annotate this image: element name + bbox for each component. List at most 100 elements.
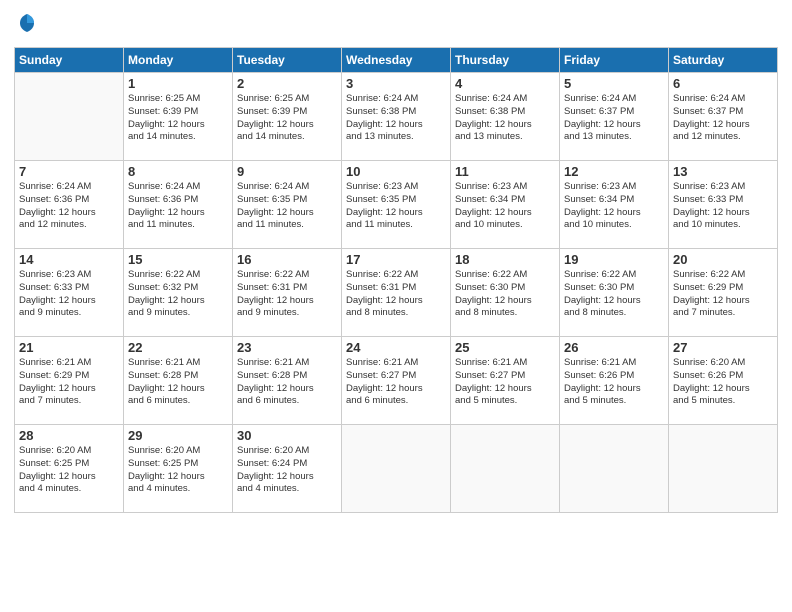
day-number: 1 bbox=[128, 76, 228, 91]
day-number: 29 bbox=[128, 428, 228, 443]
calendar-cell: 17 Sunrise: 6:22 AM Sunset: 6:31 PM Dayli… bbox=[342, 249, 451, 337]
calendar-cell: 20 Sunrise: 6:22 AM Sunset: 6:29 PM Dayli… bbox=[669, 249, 778, 337]
day-info: Sunrise: 6:20 AM Sunset: 6:24 PM Dayligh… bbox=[237, 445, 337, 496]
day-info: Sunrise: 6:23 AM Sunset: 6:35 PM Dayligh… bbox=[346, 181, 446, 232]
weekday-header-friday: Friday bbox=[560, 48, 669, 73]
calendar-cell: 25Sunrise: 6:21 AM Sunset: 6:27 PM Dayli… bbox=[451, 337, 560, 425]
day-info: Sunrise: 6:22 AM Sunset: 6:29 PM Dayligh… bbox=[673, 269, 773, 320]
day-number: 8 bbox=[128, 164, 228, 179]
day-number: 3 bbox=[346, 76, 446, 91]
logo bbox=[14, 14, 38, 39]
day-number: 15 bbox=[128, 252, 228, 267]
calendar-cell: 12 Sunrise: 6:23 AM Sunset: 6:34 PM Dayli… bbox=[560, 161, 669, 249]
day-info: Sunrise: 6:22 AM Sunset: 6:32 PM Dayligh… bbox=[128, 269, 228, 320]
day-number: 2 bbox=[237, 76, 337, 91]
week-row-4: 21 Sunrise: 6:21 AM Sunset: 6:29 PM Dayli… bbox=[15, 337, 778, 425]
day-number: 22 bbox=[128, 340, 228, 355]
day-info: Sunrise: 6:20 AM Sunset: 6:26 PM Dayligh… bbox=[673, 357, 773, 408]
header bbox=[14, 10, 778, 39]
day-number: 17 bbox=[346, 252, 446, 267]
day-number: 10 bbox=[346, 164, 446, 179]
calendar: SundayMondayTuesdayWednesdayThursdayFrid… bbox=[14, 47, 778, 513]
day-info: Sunrise: 6:22 AM Sunset: 6:31 PM Dayligh… bbox=[237, 269, 337, 320]
day-info: Sunrise: 6:21 AM Sunset: 6:27 PM Dayligh… bbox=[346, 357, 446, 408]
calendar-cell: 26Sunrise: 6:21 AM Sunset: 6:26 PM Dayli… bbox=[560, 337, 669, 425]
day-info: Sunrise: 6:21 AM Sunset: 6:28 PM Dayligh… bbox=[128, 357, 228, 408]
calendar-cell: 1 Sunrise: 6:25 AM Sunset: 6:39 PM Daylig… bbox=[124, 73, 233, 161]
calendar-cell: 28 Sunrise: 6:20 AM Sunset: 6:25 PM Dayli… bbox=[15, 425, 124, 513]
day-number: 12 bbox=[564, 164, 664, 179]
calendar-cell: 21 Sunrise: 6:21 AM Sunset: 6:29 PM Dayli… bbox=[15, 337, 124, 425]
calendar-cell: 23 Sunrise: 6:21 AM Sunset: 6:28 PM Dayli… bbox=[233, 337, 342, 425]
day-info: Sunrise: 6:24 AM Sunset: 6:38 PM Dayligh… bbox=[346, 93, 446, 144]
day-number: 9 bbox=[237, 164, 337, 179]
page-container: SundayMondayTuesdayWednesdayThursdayFrid… bbox=[0, 0, 792, 612]
day-number: 21 bbox=[19, 340, 119, 355]
day-info: Sunrise: 6:25 AM Sunset: 6:39 PM Dayligh… bbox=[237, 93, 337, 144]
calendar-cell: 2 Sunrise: 6:25 AM Sunset: 6:39 PM Daylig… bbox=[233, 73, 342, 161]
calendar-cell: 16 Sunrise: 6:22 AM Sunset: 6:31 PM Dayli… bbox=[233, 249, 342, 337]
calendar-cell: 15 Sunrise: 6:22 AM Sunset: 6:32 PM Dayli… bbox=[124, 249, 233, 337]
weekday-header-monday: Monday bbox=[124, 48, 233, 73]
day-info: Sunrise: 6:23 AM Sunset: 6:34 PM Dayligh… bbox=[564, 181, 664, 232]
day-number: 30 bbox=[237, 428, 337, 443]
day-number: 23 bbox=[237, 340, 337, 355]
day-info: Sunrise: 6:23 AM Sunset: 6:33 PM Dayligh… bbox=[19, 269, 119, 320]
day-info: Sunrise: 6:24 AM Sunset: 6:38 PM Dayligh… bbox=[455, 93, 555, 144]
calendar-cell: 30 Sunrise: 6:20 AM Sunset: 6:24 PM Dayli… bbox=[233, 425, 342, 513]
day-info: Sunrise: 6:24 AM Sunset: 6:36 PM Dayligh… bbox=[19, 181, 119, 232]
week-row-1: 1 Sunrise: 6:25 AM Sunset: 6:39 PM Daylig… bbox=[15, 73, 778, 161]
day-number: 6 bbox=[673, 76, 773, 91]
week-row-2: 7 Sunrise: 6:24 AM Sunset: 6:36 PM Daylig… bbox=[15, 161, 778, 249]
weekday-header-wednesday: Wednesday bbox=[342, 48, 451, 73]
day-number: 24 bbox=[346, 340, 446, 355]
day-info: Sunrise: 6:21 AM Sunset: 6:26 PM Dayligh… bbox=[564, 357, 664, 408]
calendar-cell bbox=[342, 425, 451, 513]
day-info: Sunrise: 6:22 AM Sunset: 6:31 PM Dayligh… bbox=[346, 269, 446, 320]
day-info: Sunrise: 6:23 AM Sunset: 6:33 PM Dayligh… bbox=[673, 181, 773, 232]
weekday-header-thursday: Thursday bbox=[451, 48, 560, 73]
calendar-cell: 11 Sunrise: 6:23 AM Sunset: 6:34 PM Dayli… bbox=[451, 161, 560, 249]
calendar-cell: 4 Sunrise: 6:24 AM Sunset: 6:38 PM Daylig… bbox=[451, 73, 560, 161]
day-info: Sunrise: 6:24 AM Sunset: 6:37 PM Dayligh… bbox=[673, 93, 773, 144]
day-number: 11 bbox=[455, 164, 555, 179]
day-info: Sunrise: 6:21 AM Sunset: 6:29 PM Dayligh… bbox=[19, 357, 119, 408]
day-info: Sunrise: 6:24 AM Sunset: 6:35 PM Dayligh… bbox=[237, 181, 337, 232]
day-number: 4 bbox=[455, 76, 555, 91]
calendar-cell: 29 Sunrise: 6:20 AM Sunset: 6:25 PM Dayli… bbox=[124, 425, 233, 513]
day-info: Sunrise: 6:22 AM Sunset: 6:30 PM Dayligh… bbox=[564, 269, 664, 320]
weekday-header-row: SundayMondayTuesdayWednesdayThursdayFrid… bbox=[15, 48, 778, 73]
day-number: 27 bbox=[673, 340, 773, 355]
day-number: 5 bbox=[564, 76, 664, 91]
day-number: 13 bbox=[673, 164, 773, 179]
day-info: Sunrise: 6:25 AM Sunset: 6:39 PM Dayligh… bbox=[128, 93, 228, 144]
day-info: Sunrise: 6:20 AM Sunset: 6:25 PM Dayligh… bbox=[128, 445, 228, 496]
day-info: Sunrise: 6:23 AM Sunset: 6:34 PM Dayligh… bbox=[455, 181, 555, 232]
day-number: 16 bbox=[237, 252, 337, 267]
day-number: 14 bbox=[19, 252, 119, 267]
calendar-cell: 3 Sunrise: 6:24 AM Sunset: 6:38 PM Daylig… bbox=[342, 73, 451, 161]
day-info: Sunrise: 6:21 AM Sunset: 6:28 PM Dayligh… bbox=[237, 357, 337, 408]
day-number: 20 bbox=[673, 252, 773, 267]
day-info: Sunrise: 6:20 AM Sunset: 6:25 PM Dayligh… bbox=[19, 445, 119, 496]
day-number: 28 bbox=[19, 428, 119, 443]
calendar-cell: 18 Sunrise: 6:22 AM Sunset: 6:30 PM Dayli… bbox=[451, 249, 560, 337]
day-number: 18 bbox=[455, 252, 555, 267]
day-number: 19 bbox=[564, 252, 664, 267]
weekday-header-sunday: Sunday bbox=[15, 48, 124, 73]
calendar-cell bbox=[669, 425, 778, 513]
calendar-cell: 27 Sunrise: 6:20 AM Sunset: 6:26 PM Dayli… bbox=[669, 337, 778, 425]
calendar-cell bbox=[15, 73, 124, 161]
calendar-cell: 5 Sunrise: 6:24 AM Sunset: 6:37 PM Daylig… bbox=[560, 73, 669, 161]
day-number: 7 bbox=[19, 164, 119, 179]
weekday-header-tuesday: Tuesday bbox=[233, 48, 342, 73]
calendar-cell: 8Sunrise: 6:24 AM Sunset: 6:36 PM Daylig… bbox=[124, 161, 233, 249]
calendar-cell: 9 Sunrise: 6:24 AM Sunset: 6:35 PM Daylig… bbox=[233, 161, 342, 249]
calendar-cell: 24 Sunrise: 6:21 AM Sunset: 6:27 PM Dayli… bbox=[342, 337, 451, 425]
calendar-cell bbox=[560, 425, 669, 513]
day-info: Sunrise: 6:24 AM Sunset: 6:37 PM Dayligh… bbox=[564, 93, 664, 144]
day-number: 25 bbox=[455, 340, 555, 355]
day-info: Sunrise: 6:22 AM Sunset: 6:30 PM Dayligh… bbox=[455, 269, 555, 320]
calendar-cell: 7 Sunrise: 6:24 AM Sunset: 6:36 PM Daylig… bbox=[15, 161, 124, 249]
weekday-header-saturday: Saturday bbox=[669, 48, 778, 73]
